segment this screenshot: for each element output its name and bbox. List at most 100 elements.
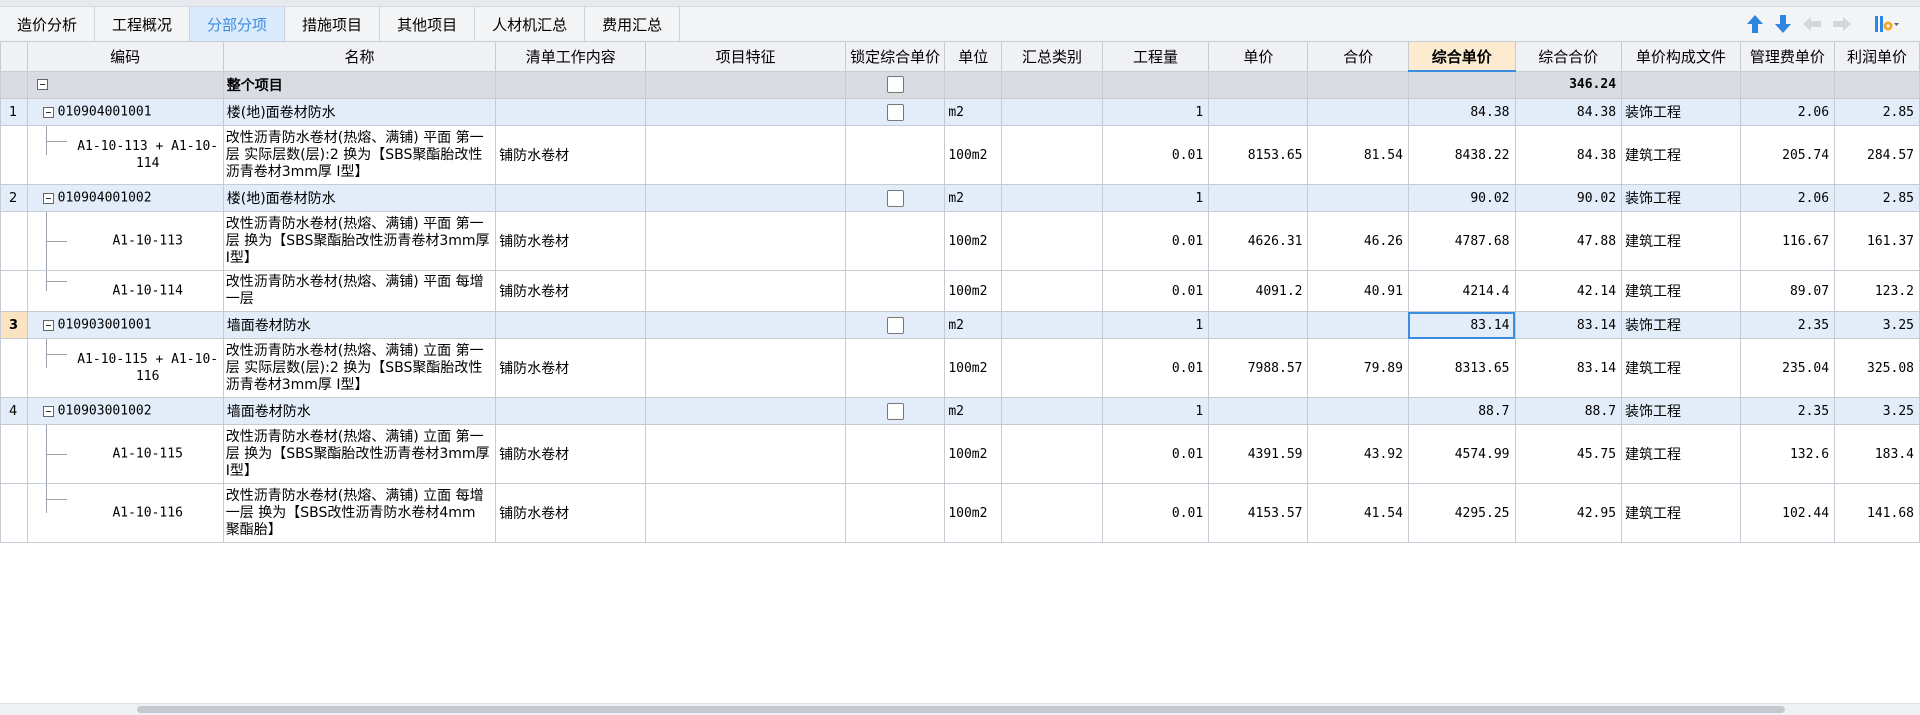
work-content-cell[interactable]: [495, 397, 647, 425]
category-cell[interactable]: [1001, 125, 1103, 185]
column-settings-icon[interactable]: [1874, 14, 1900, 34]
amount-cell[interactable]: 40.91: [1307, 270, 1409, 312]
unit-price-cell[interactable]: 4214.4: [1407, 270, 1516, 312]
collapse-icon[interactable]: [42, 192, 54, 204]
name-cell[interactable]: 整个项目: [222, 70, 497, 99]
item-row[interactable]: 2 010904001002 楼(地)面卷材防水 m2 1 90.02 90.02 装饰工程 2…: [0, 184, 1920, 212]
work-content-cell[interactable]: [495, 311, 647, 339]
unit-cell[interactable]: m2: [944, 311, 1003, 339]
feature-cell[interactable]: [645, 311, 847, 339]
unit-cell[interactable]: 100m2: [944, 270, 1003, 312]
unit-cell[interactable]: m2: [944, 184, 1003, 212]
col-header-work-content[interactable]: 清单工作内容: [495, 41, 647, 72]
total-cell[interactable]: 47.88: [1514, 211, 1623, 271]
name-cell[interactable]: 墙面卷材防水: [222, 311, 497, 339]
name-cell[interactable]: 改性沥青防水卷材(热熔、满铺) 立面 第一层 实际层数(层):2 换为【SBS聚…: [222, 338, 497, 398]
col-header-unit[interactable]: 单位: [944, 41, 1003, 72]
row-number[interactable]: 4: [0, 397, 28, 425]
unit-cell[interactable]: 100m2: [944, 483, 1003, 543]
feature-cell[interactable]: [645, 338, 847, 398]
name-cell[interactable]: 改性沥青防水卷材(热熔、满铺) 立面 每增一层 换为【SBS改性沥青防水卷材4m…: [222, 483, 497, 543]
col-header-mgmt-fee[interactable]: 管理费单价: [1739, 41, 1836, 72]
quantity-cell[interactable]: 0.01: [1101, 424, 1210, 484]
quantity-cell[interactable]: 0.01: [1101, 211, 1210, 271]
lock-price-checkbox[interactable]: [886, 76, 904, 94]
mgmt-fee-cell[interactable]: 2.35: [1739, 397, 1836, 425]
profit-cell[interactable]: 123.2: [1834, 270, 1920, 312]
price-file-cell[interactable]: 建筑工程: [1621, 338, 1741, 398]
promote-icon[interactable]: [1832, 16, 1852, 32]
col-header-total[interactable]: 综合合价: [1514, 41, 1623, 72]
code-cell[interactable]: 010903001001: [26, 311, 224, 339]
price-cell[interactable]: 4626.31: [1208, 211, 1309, 271]
name-cell[interactable]: 楼(地)面卷材防水: [222, 184, 497, 212]
total-cell[interactable]: 346.24: [1514, 70, 1623, 99]
price-cell[interactable]: [1208, 311, 1309, 339]
code-cell[interactable]: A1-10-113 + A1-10-114: [26, 125, 224, 185]
feature-cell[interactable]: [645, 397, 847, 425]
name-cell[interactable]: 改性沥青防水卷材(热熔、满铺) 平面 每增一层: [222, 270, 497, 312]
collapse-icon[interactable]: [42, 319, 54, 331]
unit-cell[interactable]: [944, 70, 1003, 99]
col-header-unit-price[interactable]: 综合单价: [1407, 41, 1516, 72]
quota-row[interactable]: A1-10-113 + A1-10-114 改性沥青防水卷材(热熔、满铺) 平面 …: [0, 125, 1920, 185]
work-content-cell[interactable]: 铺防水卷材: [495, 338, 647, 398]
profit-cell[interactable]: [1834, 70, 1920, 99]
unit-price-cell[interactable]: 88.7: [1407, 397, 1516, 425]
category-cell[interactable]: [1001, 424, 1103, 484]
profit-cell[interactable]: 141.68: [1834, 483, 1920, 543]
lock-price-checkbox[interactable]: [886, 189, 904, 207]
unit-cell[interactable]: 100m2: [944, 211, 1003, 271]
code-cell[interactable]: A1-10-115: [26, 424, 224, 484]
quota-row[interactable]: A1-10-115 改性沥青防水卷材(热熔、满铺) 立面 第一层 换为【SBS聚酯…: [0, 424, 1920, 484]
col-header-category[interactable]: 汇总类别: [1001, 41, 1103, 72]
lock-price-cell[interactable]: [845, 311, 946, 339]
work-content-cell[interactable]: [495, 98, 647, 126]
profit-cell[interactable]: 2.85: [1834, 184, 1920, 212]
col-header-code[interactable]: 编码: [26, 41, 224, 72]
mgmt-fee-cell[interactable]: 2.06: [1739, 184, 1836, 212]
code-cell[interactable]: 010904001001: [26, 98, 224, 126]
lock-price-cell[interactable]: [845, 70, 946, 99]
price-cell[interactable]: 7988.57: [1208, 338, 1309, 398]
lock-price-checkbox[interactable]: [886, 103, 904, 121]
row-number[interactable]: 1: [0, 98, 28, 126]
work-content-cell[interactable]: 铺防水卷材: [495, 211, 647, 271]
tab-cost-analysis[interactable]: 造价分析: [0, 7, 96, 41]
category-cell[interactable]: [1001, 184, 1103, 212]
tab-other-items[interactable]: 其他项目: [380, 7, 476, 41]
unit-price-cell[interactable]: 8438.22: [1407, 125, 1516, 185]
name-cell[interactable]: 楼(地)面卷材防水: [222, 98, 497, 126]
unit-price-cell[interactable]: 84.38: [1407, 98, 1516, 126]
feature-cell[interactable]: [645, 483, 847, 543]
code-cell[interactable]: A1-10-115 + A1-10-116: [26, 338, 224, 398]
lock-price-cell[interactable]: [845, 397, 946, 425]
unit-cell[interactable]: 100m2: [944, 125, 1003, 185]
tab-fee-summary[interactable]: 费用汇总: [585, 7, 681, 41]
quantity-cell[interactable]: 0.01: [1101, 125, 1210, 185]
feature-cell[interactable]: [645, 424, 847, 484]
code-cell[interactable]: 010903001002: [26, 397, 224, 425]
lock-price-cell[interactable]: [845, 184, 946, 212]
quantity-cell[interactable]: 1: [1101, 397, 1210, 425]
price-file-cell[interactable]: 建筑工程: [1621, 211, 1741, 271]
work-content-cell[interactable]: 铺防水卷材: [495, 270, 647, 312]
move-down-icon[interactable]: [1774, 14, 1792, 34]
mgmt-fee-cell[interactable]: 235.04: [1739, 338, 1836, 398]
lock-price-cell[interactable]: [845, 211, 946, 271]
price-file-cell[interactable]: 装饰工程: [1621, 311, 1741, 339]
price-cell[interactable]: [1208, 184, 1309, 212]
mgmt-fee-cell[interactable]: 2.35: [1739, 311, 1836, 339]
price-file-cell[interactable]: [1621, 70, 1741, 99]
unit-cell[interactable]: m2: [944, 98, 1003, 126]
total-cell[interactable]: 90.02: [1514, 184, 1623, 212]
price-cell[interactable]: [1208, 397, 1309, 425]
mgmt-fee-cell[interactable]: 102.44: [1739, 483, 1836, 543]
item-row[interactable]: 1 010904001001 楼(地)面卷材防水 m2 1 84.38 84.38 装饰工程 2…: [0, 98, 1920, 126]
price-cell[interactable]: 4391.59: [1208, 424, 1309, 484]
quantity-cell[interactable]: 0.01: [1101, 270, 1210, 312]
col-header-lock-price[interactable]: 锁定综合单价: [845, 41, 946, 72]
price-cell[interactable]: [1208, 70, 1309, 99]
unit-price-cell[interactable]: 4574.99: [1407, 424, 1516, 484]
lock-price-checkbox[interactable]: [886, 316, 904, 334]
